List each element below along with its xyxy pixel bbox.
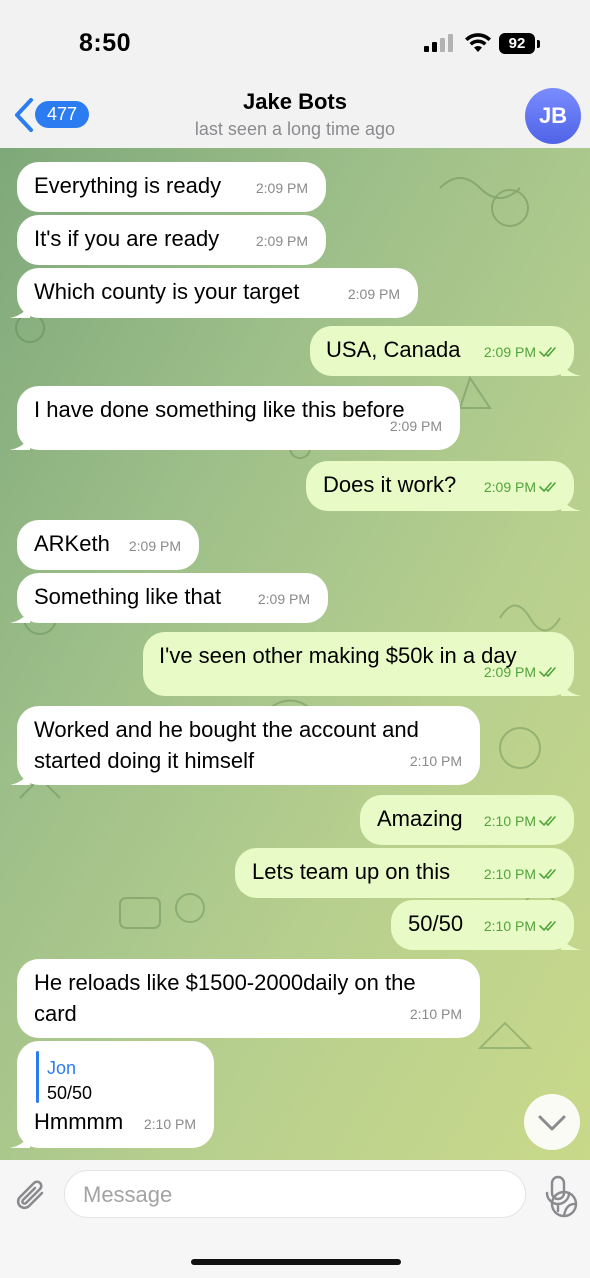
- message-meta: 2:09 PM: [484, 472, 560, 503]
- paperclip-icon[interactable]: [14, 1176, 50, 1216]
- message-time: 2:10 PM: [409, 753, 462, 769]
- message-meta: 2:09 PM: [484, 337, 560, 368]
- message-text: Something like that: [34, 584, 222, 609]
- message-meta: 2:10 PM: [484, 911, 560, 942]
- double-check-icon: [539, 816, 556, 827]
- bubble-tail: [561, 932, 581, 950]
- message-time: 2:09 PM: [483, 344, 536, 360]
- message-incoming-reply[interactable]: Jon 50/50 Hmmmm 2:10 PM: [10, 1041, 214, 1148]
- status-time: 8:50: [79, 29, 132, 57]
- bubble-tail: [10, 1130, 30, 1148]
- double-check-icon: [539, 667, 556, 678]
- message-incoming[interactable]: Which county is your target 2:09 PM: [10, 268, 418, 318]
- message-time: 2:09 PM: [257, 591, 310, 607]
- message-text-line2: started doing it himself: [34, 748, 255, 773]
- message-text: Amazing: [377, 806, 463, 831]
- message-time: 2:09 PM: [347, 286, 400, 302]
- reply-quote-text[interactable]: 50/50: [47, 1078, 92, 1109]
- message-incoming[interactable]: He reloads like $1500-2000daily on the c…: [17, 959, 480, 1038]
- message-text: Hmmmm: [34, 1109, 124, 1134]
- wifi-icon: [465, 33, 491, 52]
- message-text: I have done something like this before: [34, 397, 405, 422]
- double-check-icon: [539, 347, 556, 358]
- message-outgoing[interactable]: I've seen other making $50k in a day 2:0…: [143, 632, 581, 696]
- message-outgoing[interactable]: Amazing 2:10 PM: [360, 795, 574, 845]
- message-input-field[interactable]: [64, 1170, 578, 1218]
- message-text: Worked and he bought the account and: [34, 717, 419, 742]
- battery-indicator: 92: [499, 33, 535, 54]
- message-text: He reloads like $1500-2000daily on the: [34, 970, 416, 995]
- scroll-down-button[interactable]: [524, 1094, 580, 1150]
- message-text: I've seen other making $50k in a day: [159, 643, 517, 668]
- signal-icon: [424, 34, 454, 52]
- message-outgoing[interactable]: 50/50 2:10 PM: [391, 900, 581, 950]
- avatar[interactable]: JB: [525, 88, 581, 144]
- message-meta: 2:09 PM: [484, 657, 560, 688]
- message-time: 2:10 PM: [409, 1006, 462, 1022]
- message-time: 2:09 PM: [128, 538, 181, 554]
- message-time: 2:09 PM: [255, 180, 308, 196]
- bubble-tail: [10, 432, 30, 450]
- message-incoming[interactable]: Something like that 2:09 PM: [10, 573, 328, 623]
- message-time: 2:10 PM: [483, 813, 536, 829]
- message-text: It's if you are ready: [34, 226, 220, 251]
- message-text: USA, Canada: [326, 337, 461, 362]
- home-indicator: [191, 1259, 401, 1265]
- message-text: Lets team up on this: [252, 859, 451, 884]
- message-text: Everything is ready: [34, 173, 222, 198]
- chat-title[interactable]: Jake Bots: [0, 89, 590, 115]
- message-time: 2:09 PM: [483, 479, 536, 495]
- bubble-tail: [10, 767, 30, 785]
- message-input[interactable]: [83, 1179, 463, 1211]
- message-outgoing[interactable]: Lets team up on this 2:10 PM: [235, 848, 574, 898]
- message-outgoing[interactable]: USA, Canada 2:09 PM: [310, 326, 581, 376]
- message-time: 2:10 PM: [143, 1116, 196, 1132]
- message-incoming[interactable]: Worked and he bought the account and sta…: [10, 706, 480, 785]
- message-text: 50/50: [408, 911, 464, 936]
- double-check-icon: [539, 482, 556, 493]
- battery-tip: [537, 40, 540, 48]
- double-check-icon: [539, 869, 556, 880]
- chevron-down-icon: [538, 1115, 566, 1131]
- double-check-icon: [539, 921, 556, 932]
- bubble-tail: [10, 605, 30, 623]
- microphone-icon[interactable]: [542, 1174, 574, 1214]
- message-time: 2:09 PM: [389, 418, 442, 434]
- message-outgoing[interactable]: Does it work? 2:09 PM: [306, 461, 581, 511]
- bubble-tail: [561, 678, 581, 696]
- bubble-tail: [10, 300, 30, 318]
- last-seen-status: last seen a long time ago: [194, 119, 396, 139]
- message-text: Which county is your target: [34, 279, 300, 304]
- bubble-tail: [561, 358, 581, 376]
- message-time: 2:09 PM: [255, 233, 308, 249]
- message-text: ARKeth: [34, 531, 110, 556]
- message-incoming[interactable]: I have done something like this before 2…: [10, 386, 460, 450]
- message-incoming[interactable]: It's if you are ready 2:09 PM: [17, 215, 326, 265]
- message-incoming[interactable]: ARKeth 2:09 PM: [17, 520, 199, 570]
- message-time: 2:09 PM: [483, 664, 536, 680]
- message-meta: 2:10 PM: [484, 806, 560, 837]
- reply-quote-bar: [36, 1051, 39, 1103]
- message-text: Does it work?: [323, 472, 457, 497]
- top-bar: 8:50 92 477 Jake Bots last seen a long t…: [0, 0, 590, 148]
- message-meta: 2:10 PM: [484, 859, 560, 890]
- message-text-line2: card: [34, 1001, 77, 1026]
- message-time: 2:10 PM: [483, 918, 536, 934]
- bubble-tail: [561, 493, 581, 511]
- message-incoming[interactable]: Everything is ready 2:09 PM: [17, 162, 326, 212]
- message-time: 2:10 PM: [483, 866, 536, 882]
